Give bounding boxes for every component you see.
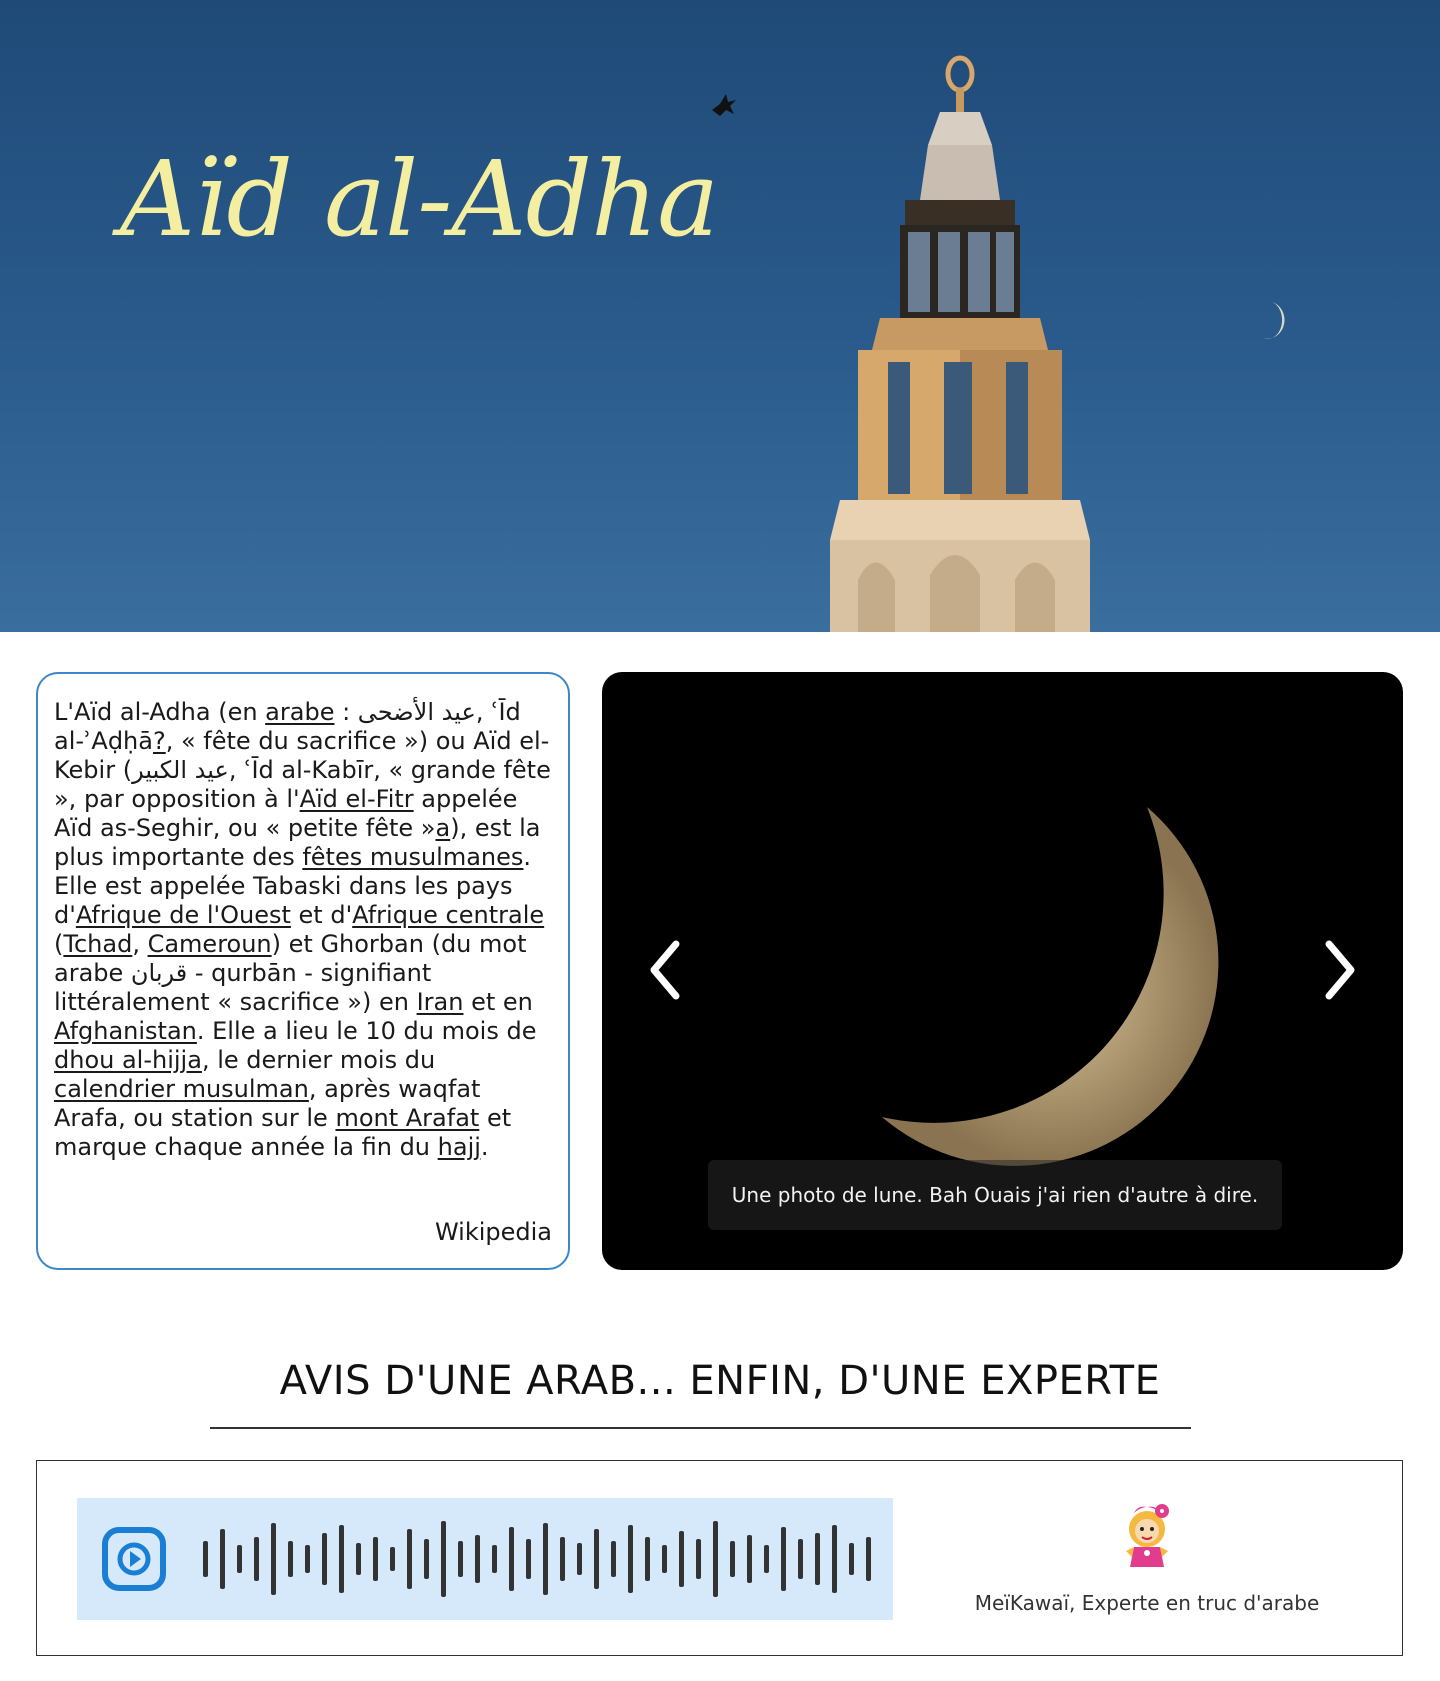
expert-review: MeïKawaï, Experte en truc d'arabe — [36, 1460, 1403, 1656]
wiki-link[interactable]: ? — [153, 727, 166, 755]
excerpt-text: L'Aïd al-Adha (en — [54, 698, 266, 726]
waveform-bar — [475, 1535, 480, 1583]
excerpt-text: , — [132, 930, 148, 958]
audio-player[interactable] — [77, 1498, 893, 1620]
waveform-bar — [220, 1529, 225, 1589]
wiki-link[interactable]: Afrique centrale — [352, 901, 544, 929]
waveform-bar — [662, 1545, 667, 1573]
waveform-bar — [543, 1523, 548, 1595]
excerpt-text: . — [480, 1133, 489, 1161]
waveform-bar — [611, 1541, 616, 1577]
waveform-bar — [832, 1525, 837, 1593]
wiki-link[interactable]: Afrique de l'Ouest — [76, 901, 291, 929]
chevron-right-icon — [1325, 940, 1355, 1000]
wiki-link[interactable]: Afghanistan — [54, 1017, 197, 1045]
expert-name: MeïKawaï, Experte en truc d'arabe — [974, 1591, 1320, 1615]
wiki-link[interactable]: hajj — [438, 1133, 481, 1161]
waveform-bar — [458, 1541, 463, 1577]
minaret-image — [712, 55, 1285, 632]
play-icon[interactable] — [101, 1526, 167, 1592]
waveform-bar — [849, 1543, 854, 1575]
waveform-bar — [815, 1533, 820, 1585]
heading-divider — [210, 1427, 1191, 1429]
chevron-left-icon — [650, 940, 680, 1000]
waveform-bar — [356, 1543, 361, 1575]
excerpt-text: et d' — [290, 901, 353, 929]
carousel-next-button[interactable] — [1311, 930, 1371, 1010]
waveform-bar — [407, 1529, 412, 1589]
wiki-link[interactable]: mont Arafat — [335, 1104, 479, 1132]
wiki-link[interactable]: dhou al-hijja — [54, 1046, 202, 1074]
wiki-link[interactable]: Tchad — [63, 930, 132, 958]
waveform — [203, 1521, 871, 1597]
waveform-bar — [628, 1525, 633, 1593]
waveform-bar — [237, 1545, 242, 1573]
waveform-bar — [679, 1531, 684, 1587]
expert-info: MeïKawaï, Experte en truc d'arabe — [937, 1501, 1357, 1615]
waveform-bar — [730, 1541, 735, 1577]
wikipedia-card: L'Aïd al-Adha (en arabe : عيد الأضحى, ʿĪ… — [36, 672, 570, 1270]
waveform-bar — [305, 1545, 310, 1573]
wiki-link[interactable]: Aïd el-Fitr — [300, 785, 414, 813]
waveform-bar — [560, 1537, 565, 1581]
waveform-bar — [271, 1523, 276, 1595]
hero-banner: Aïd al-Adha — [0, 0, 1440, 632]
wikipedia-excerpt: L'Aïd al-Adha (en arabe : عيد الأضحى, ʿĪ… — [54, 698, 552, 1162]
waveform-bar — [509, 1527, 514, 1591]
waveform-bar — [203, 1541, 208, 1577]
waveform-bar — [390, 1547, 395, 1571]
excerpt-text: et en — [463, 988, 533, 1016]
waveform-bar — [288, 1541, 293, 1577]
waveform-bar — [322, 1533, 327, 1585]
waveform-bar — [781, 1527, 786, 1591]
hero-title: Aïd al-Adha — [120, 138, 719, 260]
wiki-link[interactable]: arabe — [265, 698, 334, 726]
waveform-bar — [594, 1529, 599, 1589]
waveform-bar — [696, 1539, 701, 1579]
image-carousel: Une photo de lune. Bah Ouais j'ai rien d… — [602, 672, 1403, 1270]
waveform-bar — [526, 1539, 531, 1579]
waveform-bar — [577, 1543, 582, 1575]
waveform-bar — [713, 1521, 718, 1597]
wiki-link[interactable]: fêtes musulmanes — [302, 843, 523, 871]
waveform-bar — [254, 1537, 259, 1581]
expert-avatar — [1126, 1504, 1169, 1567]
wiki-link[interactable]: calendrier musulman — [54, 1075, 309, 1103]
waveform-bar — [441, 1521, 446, 1597]
waveform-bar — [798, 1539, 803, 1579]
excerpt-text: . Elle a lieu le 10 du mois de — [196, 1017, 537, 1045]
waveform-bar — [866, 1537, 871, 1581]
carousel-prev-button[interactable] — [634, 930, 694, 1010]
waveform-bar — [373, 1537, 378, 1581]
waveform-bar — [492, 1545, 497, 1573]
source-label: Wikipedia — [434, 1218, 552, 1246]
carousel-caption: Une photo de lune. Bah Ouais j'ai rien d… — [708, 1160, 1282, 1230]
waveform-bar — [747, 1535, 752, 1583]
waveform-bar — [764, 1545, 769, 1573]
excerpt-text: , le dernier mois du — [201, 1046, 436, 1074]
wiki-link[interactable]: Iran — [417, 988, 464, 1016]
wiki-link[interactable]: Cameroun — [148, 930, 272, 958]
waveform-bar — [645, 1537, 650, 1581]
waveform-bar — [424, 1539, 429, 1579]
review-heading: AVIS D'UNE ARAB... ENFIN, D'UNE EXPERTE — [279, 1358, 1161, 1404]
waveform-bar — [339, 1525, 344, 1593]
excerpt-text: ( — [54, 930, 64, 958]
wiki-link[interactable]: a — [435, 814, 450, 842]
